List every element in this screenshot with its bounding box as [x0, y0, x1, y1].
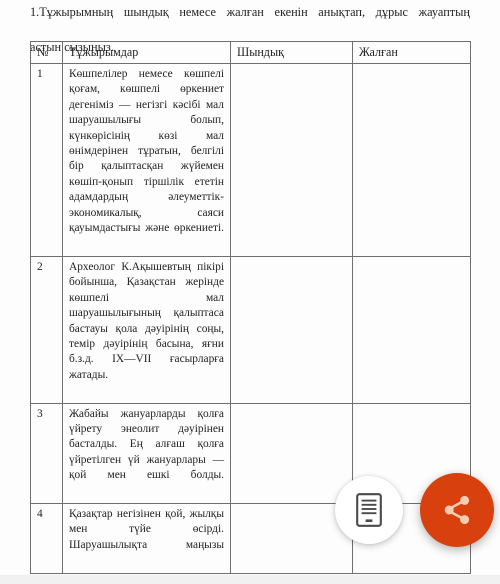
- statements-table: № Тұжырымдар Шындық Жалған 1 Көшпелілер …: [30, 41, 471, 574]
- exercise-prompt-line-1: 1.Тұжырымның шындық немесе жалған екенін…: [30, 5, 470, 19]
- table-header-row: № Тұжырымдар Шындық Жалған: [30, 41, 471, 64]
- share-button[interactable]: [420, 473, 494, 547]
- row-statement-text: Жабайы жануарларды қолға үйрету энеолит …: [69, 407, 224, 482]
- row-statement-text: Көшпелілер немесе көшпелі қоғам, көшпелі…: [69, 68, 224, 235]
- row-true-cell[interactable]: [230, 255, 353, 404]
- row-false-cell[interactable]: [352, 63, 471, 257]
- document-reader-icon: [356, 493, 382, 527]
- column-header-false: Жалған: [352, 41, 471, 64]
- row-number: 4: [30, 502, 63, 574]
- table-row: 3 Жабайы жануарларды қолға үйрету энеоли…: [30, 402, 471, 504]
- column-header-number: №: [30, 41, 63, 64]
- scanned-document-page: 1.Тұжырымның шындық немесе жалған екенін…: [0, 0, 500, 575]
- row-statement-text: Археолог К.Ақышевтың пікірі бойынша, Қаз…: [69, 260, 224, 381]
- row-number: 1: [30, 63, 63, 257]
- row-false-cell[interactable]: [352, 255, 471, 404]
- row-statement: Көшпелілер немесе көшпелі қоғам, көшпелі…: [62, 63, 231, 257]
- column-header-true: Шындық: [230, 41, 353, 64]
- row-statement: Жабайы жануарларды қолға үйрету энеолит …: [62, 402, 231, 504]
- share-icon: [440, 493, 474, 527]
- row-true-cell[interactable]: [230, 502, 353, 574]
- table-row: 1 Көшпелілер немесе көшпелі қоғам, көшпе…: [30, 63, 471, 257]
- row-true-cell[interactable]: [230, 402, 353, 504]
- table-row: 4 Қазақтар негізінен қой, жылқы мен түйе…: [30, 502, 471, 574]
- row-true-cell[interactable]: [230, 63, 353, 257]
- row-statement-text: Қазақтар негізінен қой, жылқы мен түйе ө…: [69, 507, 224, 551]
- table-row: 2 Археолог К.Ақышевтың пікірі бойынша, Қ…: [30, 255, 471, 404]
- row-statement: Археолог К.Ақышевтың пікірі бойынша, Қаз…: [62, 255, 231, 404]
- row-number: 2: [30, 255, 63, 404]
- reader-mode-button[interactable]: [335, 476, 403, 544]
- column-header-statement: Тұжырымдар: [62, 41, 231, 64]
- row-number: 3: [30, 402, 63, 504]
- row-statement: Қазақтар негізінен қой, жылқы мен түйе ө…: [62, 502, 231, 574]
- bottom-strip: [0, 575, 500, 584]
